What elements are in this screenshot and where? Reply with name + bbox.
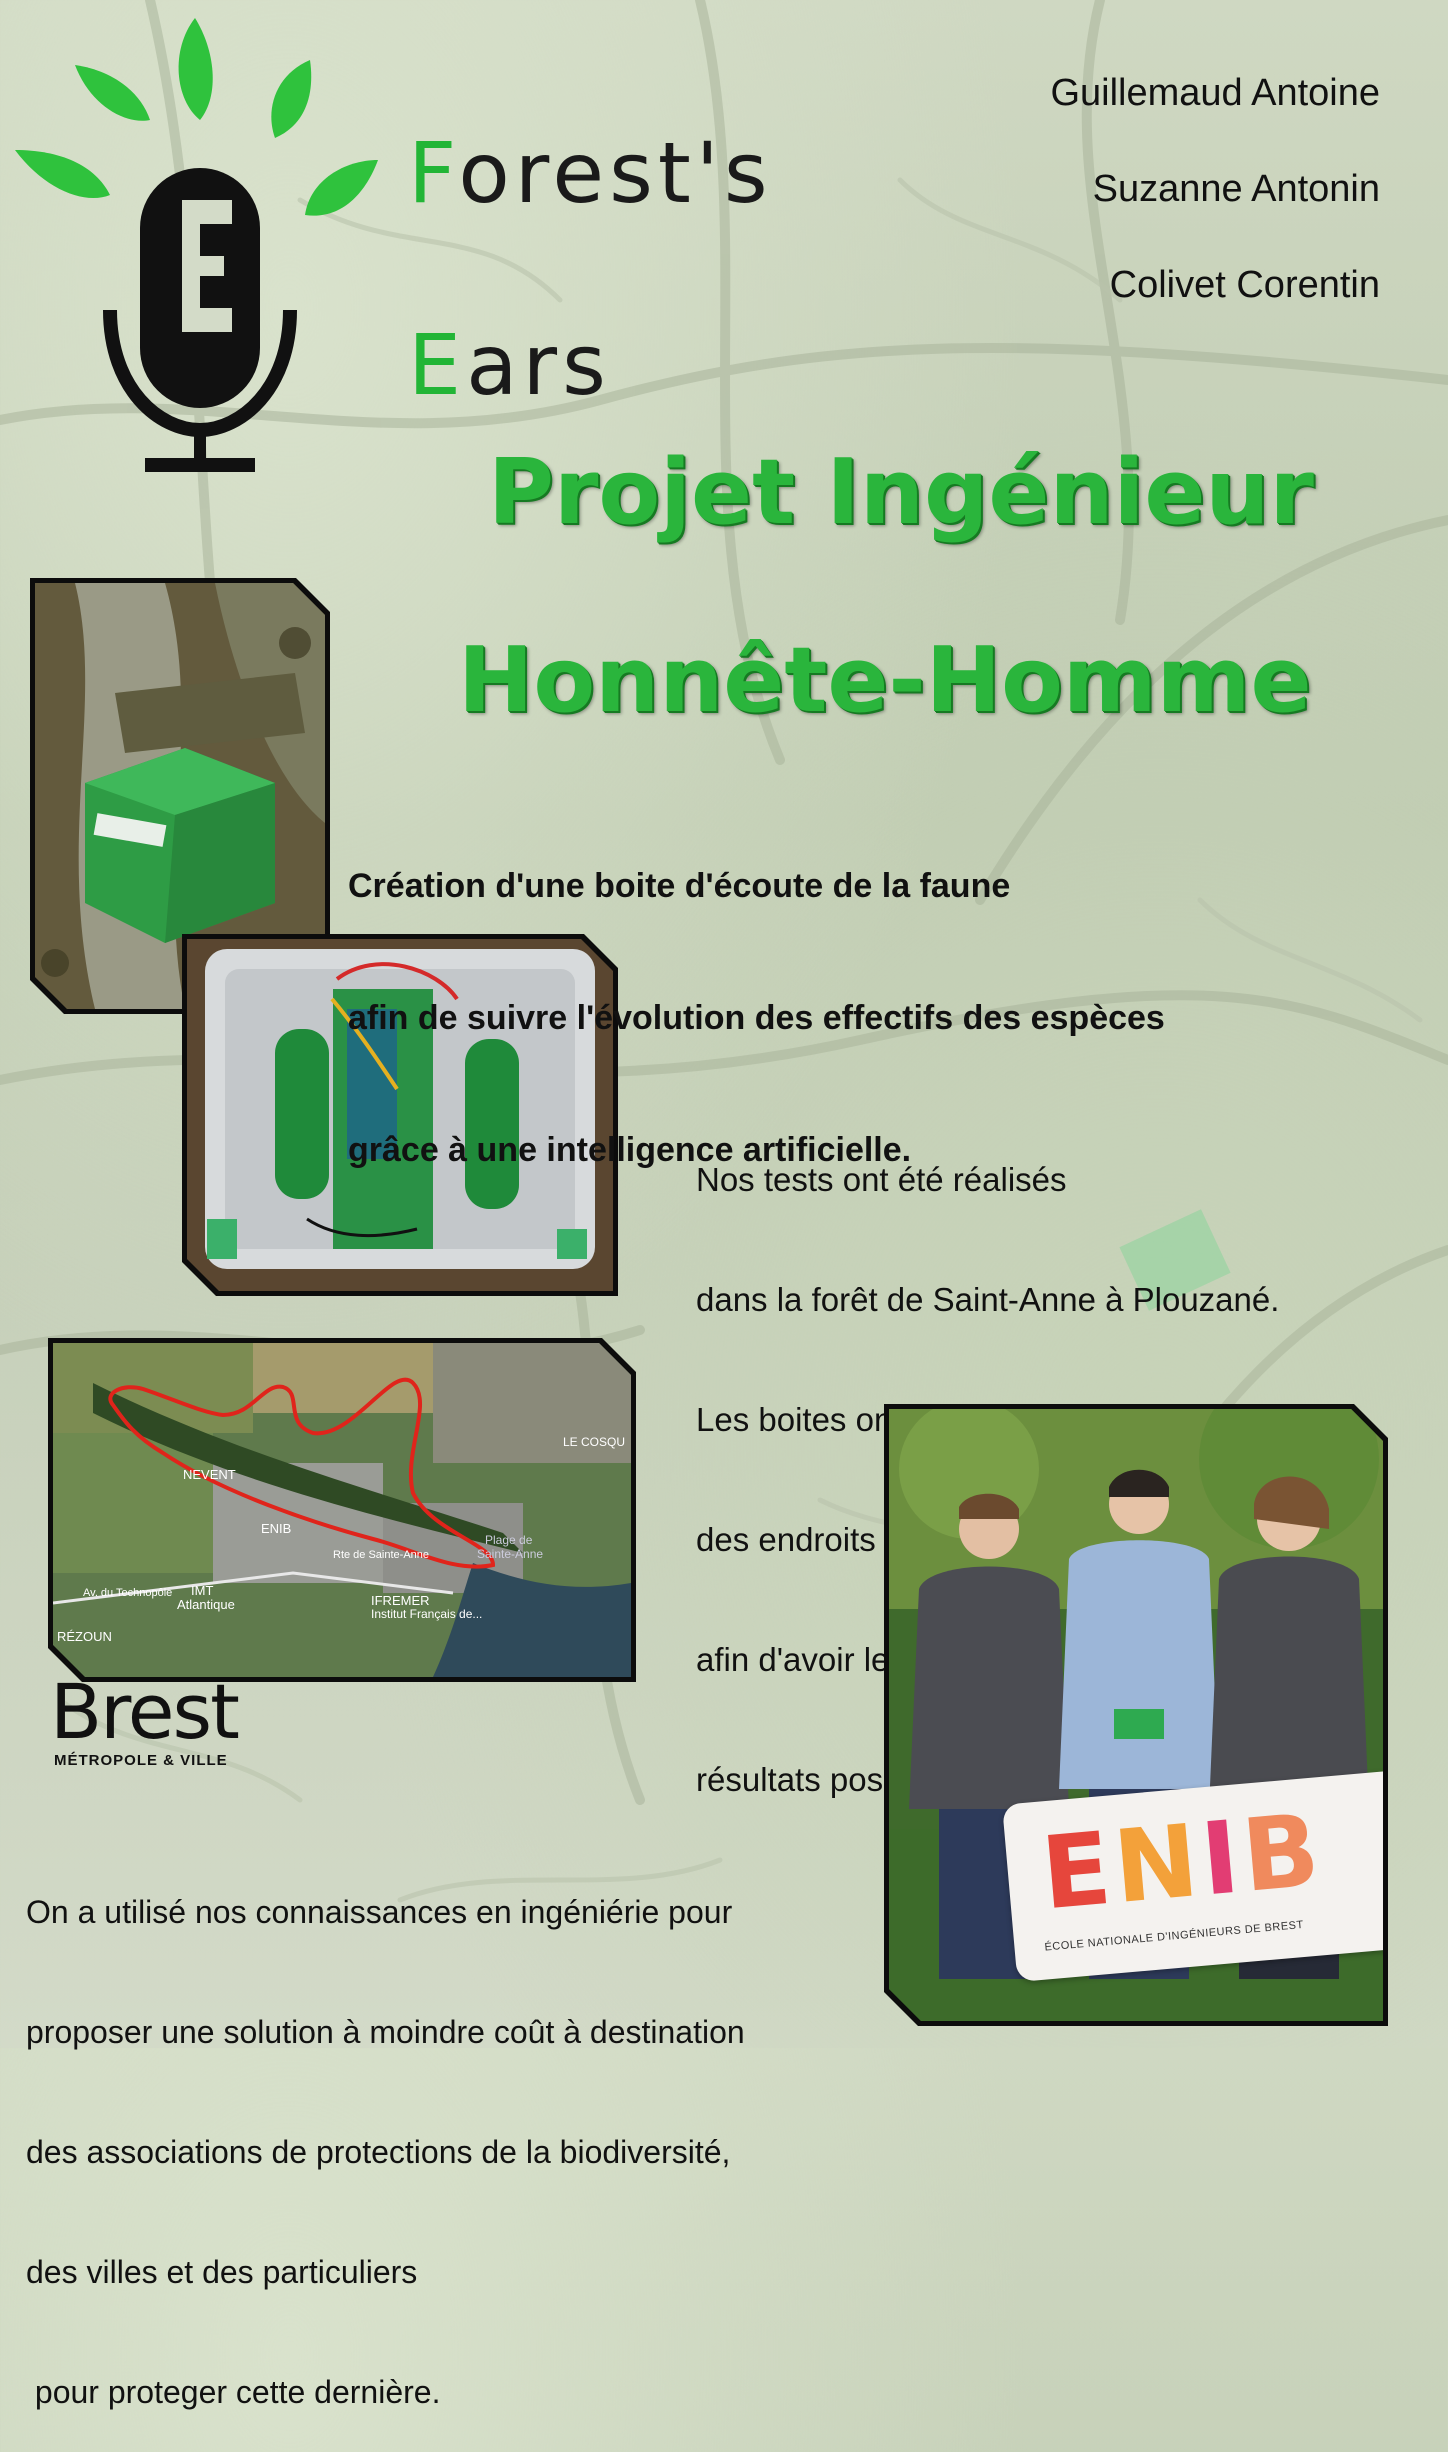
photo-team: ENIB ÉCOLE NATIONALE D'INGÉNIEURS DE BRE… <box>884 1404 1388 2026</box>
map-label: Plage de <box>485 1533 533 1547</box>
conclusion-line: proposer une solution à moindre coût à d… <box>26 2014 745 2050</box>
intro-line: Création d'une boite d'écoute de la faun… <box>348 867 1011 905</box>
forests-ears-logo <box>15 18 378 472</box>
leaf-icon <box>305 160 378 216</box>
brand-word-forests: Forest's <box>408 124 773 222</box>
conclusion-line: On a utilisé nos connaissances en ingéni… <box>26 1894 733 1930</box>
author-name: Guillemaud Antoine <box>1050 72 1380 114</box>
conclusion-line: des villes et des particuliers <box>26 2254 418 2290</box>
tests-line: dans la forêt de Saint-Anne à Plouzané. <box>696 1281 1280 1318</box>
author-name: Colivet Corentin <box>1109 264 1380 306</box>
author-name: Suzanne Antonin <box>1092 168 1380 210</box>
map-label: ENIB <box>261 1521 292 1536</box>
conclusion-line: pour proteger cette dernière. <box>26 2374 441 2410</box>
tests-line: Nos tests ont été réalisés <box>696 1161 1067 1198</box>
enib-logo-word: ENIB <box>1037 1791 1328 1933</box>
brest-logo-word: Brest <box>50 1667 240 1756</box>
map-label: Atlantique <box>177 1597 235 1612</box>
brand-word-ears: Ears <box>408 316 611 414</box>
map-label: NEVENT <box>183 1467 236 1482</box>
microphone-icon <box>103 168 297 472</box>
brest-logo-subtitle: MÉTROPOLE & VILLE <box>54 1752 228 1769</box>
map-label: Sainte-Anne <box>477 1547 544 1561</box>
leaf-icon <box>15 150 110 198</box>
map-label: RÉZOUN <box>57 1629 112 1644</box>
conclusion-line: des associations de protections de la bi… <box>26 2134 731 2170</box>
conclusion-text: On a utilisé nos connaissances en ingéni… <box>26 1812 745 2452</box>
leaf-icon <box>178 18 213 120</box>
leaf-icon <box>75 65 150 121</box>
leaf-icon <box>271 60 312 138</box>
map-label: Av. du Technopôle <box>83 1587 173 1599</box>
brest-logo: Brest MÉTROPOLE & VILLE <box>50 1667 250 1770</box>
headline-line-1: Projet Ingénieur <box>488 440 1314 545</box>
map-label: Institut Français de... <box>371 1607 483 1621</box>
intro-line: afin de suivre l'évolution des effectifs… <box>348 999 1165 1037</box>
map-label: LE COSQU <box>563 1435 626 1449</box>
photo-map: NEVENT ENIB IMT Atlantique IFREMER Insti… <box>48 1338 636 1682</box>
headline-line-2: Honnête-Homme <box>458 628 1312 733</box>
map-label: Rte de Sainte-Anne <box>333 1549 430 1561</box>
enib-logo: ENIB ÉCOLE NATIONALE D'INGÉNIEURS DE BRE… <box>1002 1770 1383 1982</box>
map-label: IMT <box>191 1583 214 1598</box>
map-label: IFREMER <box>371 1593 430 1608</box>
